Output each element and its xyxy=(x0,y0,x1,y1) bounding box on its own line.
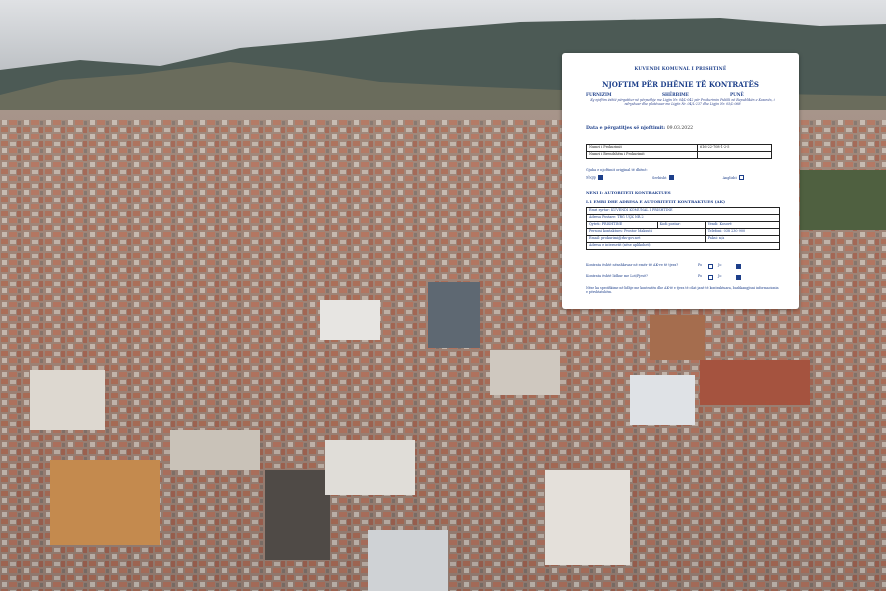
notice-title: NJOFTIM PËR DHËNIE TË KONTRATËS xyxy=(602,80,759,89)
question-lots: Kontrata është lidhur me Lot/Pjesë? Po J… xyxy=(586,274,780,280)
section-1-heading: NENI I: AUTORITETI KONTRAKTUES xyxy=(586,190,671,195)
checkbox-checked-icon xyxy=(736,275,741,280)
checkbox-checked-icon xyxy=(736,264,741,269)
language-albanian: Shqip xyxy=(586,175,596,180)
table-cell: Personi kontaktues: Prostor Maksuti xyxy=(586,228,706,236)
table-cell: Emri zyrtar: KUVENDI KOMUNAL I PRISHTINË xyxy=(586,207,780,215)
table-cell: Adresa Postare: TRG UÇK NR.2 xyxy=(586,214,780,222)
procurement-number-table: Numri i Prokurimit 616-22-708-1-2-5 Numr… xyxy=(586,144,772,159)
table-cell: Faksi: n/a xyxy=(704,235,781,243)
checkbox-empty-icon xyxy=(708,264,713,269)
date-label: Data e përgatitjes së njoftimit: xyxy=(586,126,666,131)
language-label: Gjuha e njoftimit origjinal të dhënë: xyxy=(586,168,648,172)
table-cell: Vendi: Kosovë xyxy=(704,221,781,229)
language-options: Shqip Serbisht Anglisht xyxy=(586,175,744,180)
preparation-date: Data e përgatitjes së njoftimit: 09.03.2… xyxy=(586,126,693,131)
table-cell: 616-22-708-1-2-5 xyxy=(697,144,772,152)
table-cell: Telefoni: 038 230 900 xyxy=(704,228,781,236)
answer-no: Jo xyxy=(718,263,722,267)
contract-award-notice-document: KUVENDI KOMUNAL I PRISHTINË NJOFTIM PËR … xyxy=(562,53,799,309)
table-cell: Qyteti: PRISHTINË xyxy=(586,221,658,229)
ministry-heading: KUVENDI KOMUNAL I PRISHTINË xyxy=(634,67,727,72)
question-text: Kontrata është nënshkruar në emër të AK-… xyxy=(586,263,679,267)
language-serbian: Serbisht xyxy=(652,175,667,180)
table-cell: Numri i Brendshëm i Prokurimit xyxy=(586,151,698,159)
checkbox-checked-icon xyxy=(668,175,674,180)
answer-yes: Po xyxy=(698,274,703,278)
table-cell xyxy=(697,151,772,159)
table-cell: Email: prokurimi@rks-gov.net xyxy=(586,235,706,243)
answer-yes: Po xyxy=(698,263,703,267)
contracting-authority-table: Emri zyrtar: KUVENDI KOMUNAL I PRISHTINË… xyxy=(586,207,781,250)
table-cell: Numri i Prokurimit xyxy=(586,144,698,152)
checkbox-empty-icon xyxy=(738,175,744,180)
table-cell: Adresa e internetit (nëse aplikohet): xyxy=(586,242,780,250)
language-english: Anglisht xyxy=(722,175,737,180)
checkbox-empty-icon xyxy=(708,275,713,280)
question-text: Kontrata është lidhur me Lot/Pjesë? xyxy=(586,274,648,278)
table-cell: Kodi postar: xyxy=(656,221,706,229)
section-1-1-heading: I.1 EMRI DHE ADRESA E AUTORITETIT KONTRA… xyxy=(586,199,726,204)
date-value: 09.03.2022 xyxy=(666,126,694,131)
legal-note: Ky njoftim është përgatitur në përputhje… xyxy=(590,98,775,106)
answer-no: Jo xyxy=(718,274,722,278)
checkbox-checked-icon xyxy=(597,175,603,180)
question-other-authorities: Kontrata është nënshkruar në emër të AK-… xyxy=(586,263,780,269)
instruction-paragraph: Nëse ka specifikime në lidhje me kontrat… xyxy=(586,286,779,295)
